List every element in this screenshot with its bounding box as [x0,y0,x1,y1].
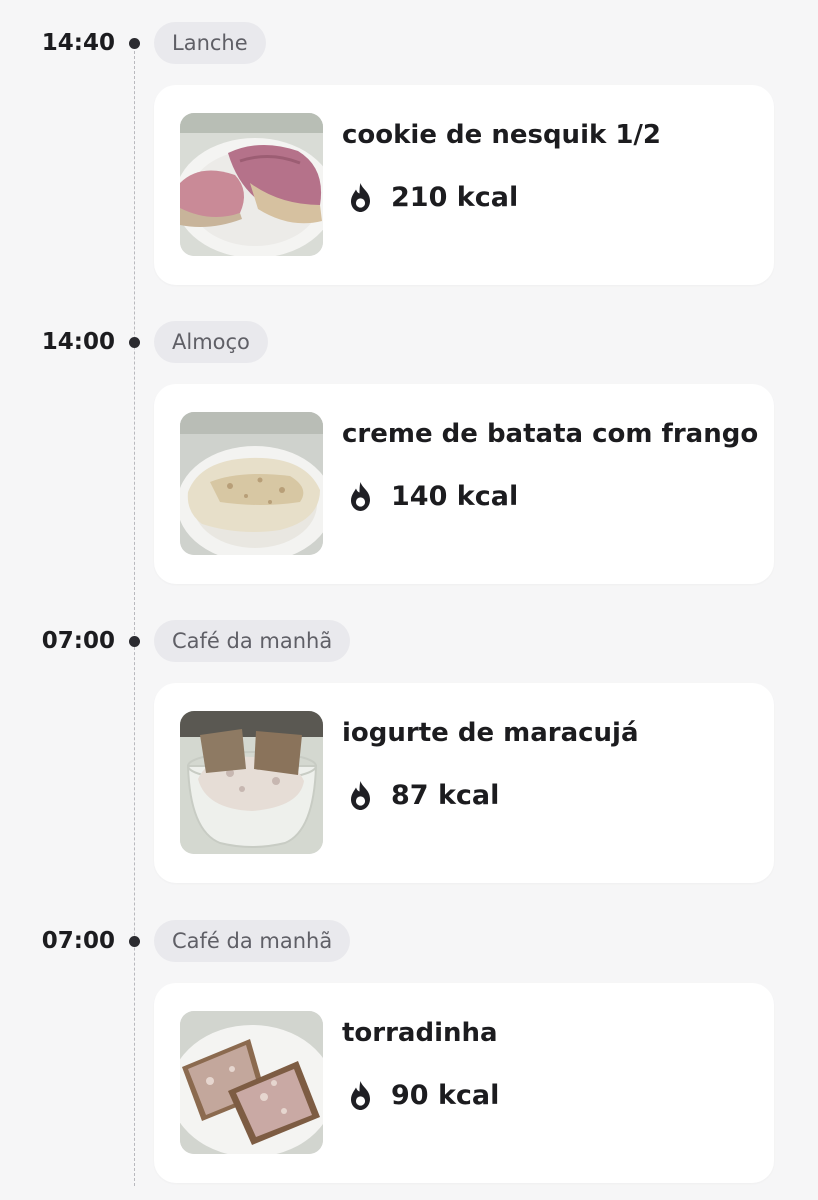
food-name: cookie de nesquik 1/2 [342,120,661,150]
meal-entry: 07:00 Café da manhã iogurte de maracujá [0,598,818,898]
timeline-dot [129,636,140,647]
flame-icon [351,1080,370,1110]
calorie-value: 87 kcal [391,779,500,811]
entry-time: 07:00 [41,628,115,654]
food-card[interactable]: iogurte de maracujá 87 kcal [154,683,774,883]
meal-entry: 07:00 Café da manhã torradinha 90 kcal [0,898,818,1198]
toast-photo[interactable] [180,1011,323,1154]
food-name: torradinha [342,1018,498,1048]
meal-type-tag[interactable]: Café da manhã [154,920,351,962]
food-card[interactable]: cookie de nesquik 1/2 210 kcal [154,85,774,285]
calorie-value: 90 kcal [391,1079,500,1111]
entry-time: 14:40 [41,30,115,56]
calorie-row: 90 kcal [344,1075,499,1115]
meal-entry: 14:00 Almoço creme de batata com frango [0,299,818,599]
meal-type-tag[interactable]: Almoço [154,321,268,363]
food-name: iogurte de maracujá [342,718,639,748]
calorie-row: 210 kcal [344,177,518,217]
cookie-photo[interactable] [180,113,323,256]
timeline-dot [129,936,140,947]
food-name: creme de batata com frango [342,419,759,449]
calorie-value: 140 kcal [391,480,519,512]
food-card[interactable]: torradinha 90 kcal [154,983,774,1183]
meal-type-tag[interactable]: Lanche [154,22,266,64]
entry-time: 14:00 [41,329,115,355]
flame-icon [351,182,370,212]
food-card[interactable]: creme de batata com frango 140 kcal [154,384,774,584]
calorie-value: 210 kcal [391,181,519,213]
entry-time: 07:00 [41,928,115,954]
timeline-dot [129,38,140,49]
meal-entry: 14:40 Lanche cookie de nesquik 1/2 210 k [0,0,818,300]
potato-cream-photo[interactable] [180,412,323,555]
yogurt-photo[interactable] [180,711,323,854]
meal-type-tag[interactable]: Café da manhã [154,620,351,662]
timeline-dot [129,337,140,348]
calorie-row: 140 kcal [344,476,518,516]
calorie-row: 87 kcal [344,775,499,815]
flame-icon [351,481,370,511]
flame-icon [351,780,370,810]
